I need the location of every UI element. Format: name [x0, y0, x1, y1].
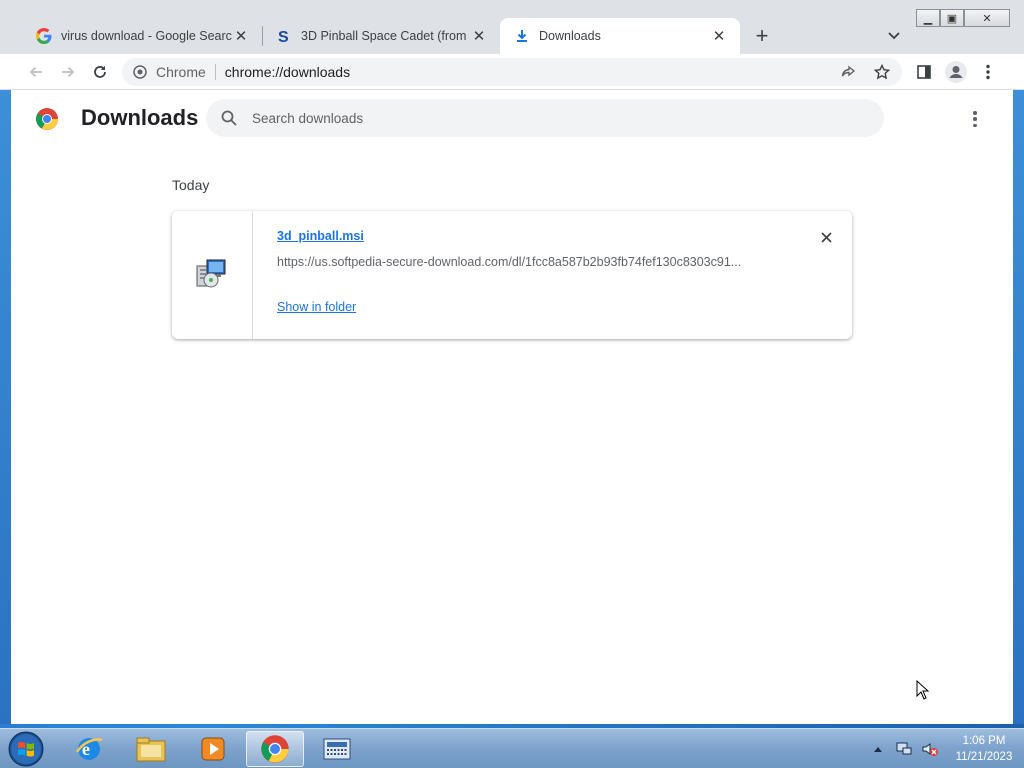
- chrome-logo-icon: [35, 107, 59, 131]
- tab-title: virus download - Google Search: [61, 29, 232, 43]
- date-group-header: Today: [172, 177, 210, 193]
- svg-text:S: S: [278, 29, 289, 44]
- windows-taskbar: e 1:06 PM 11/21/2023: [0, 728, 1024, 768]
- tab-strip: virus download - Google Search ✕ S 3D Pi…: [0, 0, 1024, 54]
- tab-pinball-softpedia[interactable]: S 3D Pinball Space Cadet (from Wi ✕: [262, 18, 500, 54]
- google-g-icon: [36, 28, 52, 44]
- bookmark-star-icon[interactable]: [872, 62, 892, 82]
- browser-toolbar: Chrome chrome://downloads: [0, 54, 1024, 90]
- url-text: chrome://downloads: [224, 64, 351, 80]
- search-input[interactable]: [252, 110, 812, 126]
- minimize-button[interactable]: ▁: [916, 9, 940, 27]
- reload-icon[interactable]: [88, 60, 112, 84]
- softpedia-s-icon: S: [276, 28, 292, 44]
- share-icon[interactable]: [838, 62, 858, 82]
- close-icon[interactable]: ✕: [232, 27, 250, 45]
- browser-window: virus download - Google Search ✕ S 3D Pi…: [0, 0, 1024, 724]
- close-icon[interactable]: ✕: [710, 27, 728, 45]
- clock-date: 11/21/2023: [955, 751, 1013, 763]
- close-window-button[interactable]: ✕: [964, 9, 1010, 27]
- on-screen-keyboard-icon[interactable]: [308, 731, 366, 767]
- remove-item-close-icon[interactable]: [816, 227, 836, 247]
- show-hidden-icons-icon[interactable]: [868, 739, 888, 759]
- maximize-button[interactable]: ▣: [940, 9, 964, 27]
- downloads-page: Downloads Today: [11, 91, 1013, 724]
- new-tab-button[interactable]: +: [750, 23, 774, 48]
- system-tray: 1:06 PM 11/21/2023: [868, 729, 1024, 768]
- address-bar[interactable]: Chrome chrome://downloads: [122, 58, 902, 86]
- chrome-site-icon: [132, 64, 148, 80]
- search-downloads-box[interactable]: [206, 99, 884, 137]
- close-icon[interactable]: ✕: [470, 27, 488, 45]
- profile-avatar-icon[interactable]: [944, 60, 968, 84]
- page-title: Downloads: [81, 105, 199, 130]
- download-item-card: 3d_pinball.msi https://us.softpedia-secu…: [172, 211, 852, 339]
- msi-installer-icon: [195, 256, 229, 295]
- back-arrow-icon[interactable]: [24, 60, 48, 84]
- file-explorer-icon[interactable]: [122, 731, 180, 767]
- forward-arrow-icon[interactable]: [56, 60, 80, 84]
- tab-title: 3D Pinball Space Cadet (from Wi: [301, 29, 470, 43]
- show-in-folder-link[interactable]: Show in folder: [277, 300, 356, 314]
- tab-downloads[interactable]: Downloads ✕: [500, 18, 740, 54]
- scheme-label: Chrome: [156, 64, 206, 80]
- file-source-url: https://us.softpedia-secure-download.com…: [277, 255, 742, 269]
- chrome-icon[interactable]: [246, 731, 304, 767]
- taskbar-clock[interactable]: 1:06 PM 11/21/2023: [944, 733, 1024, 765]
- omnibox-divider: [214, 64, 216, 80]
- internet-explorer-icon[interactable]: e: [60, 731, 118, 767]
- media-player-icon[interactable]: [184, 731, 242, 767]
- file-name-link[interactable]: 3d_pinball.msi: [277, 229, 364, 243]
- tab-search-chevron-icon[interactable]: [884, 26, 904, 46]
- mouse-cursor-icon: [916, 679, 930, 700]
- search-icon: [220, 109, 238, 127]
- downloads-header: Downloads: [11, 91, 1013, 147]
- window-controls: ▁ ▣ ✕: [916, 9, 1010, 27]
- clock-time: 1:06 PM: [962, 735, 1006, 747]
- tab-google-search[interactable]: virus download - Google Search ✕: [22, 18, 262, 54]
- tab-title: Downloads: [539, 29, 601, 43]
- file-icon-column: [172, 211, 253, 339]
- side-panel-icon[interactable]: [912, 60, 936, 84]
- start-button[interactable]: [6, 730, 46, 768]
- more-actions-icon[interactable]: [967, 109, 983, 129]
- download-arrow-icon: [514, 28, 530, 44]
- browser-menu-icon[interactable]: [976, 60, 1000, 84]
- volume-muted-icon[interactable]: [920, 739, 940, 759]
- network-icon[interactable]: [894, 739, 914, 759]
- window-frame-right: [1013, 90, 1024, 724]
- window-frame-left: [0, 90, 11, 724]
